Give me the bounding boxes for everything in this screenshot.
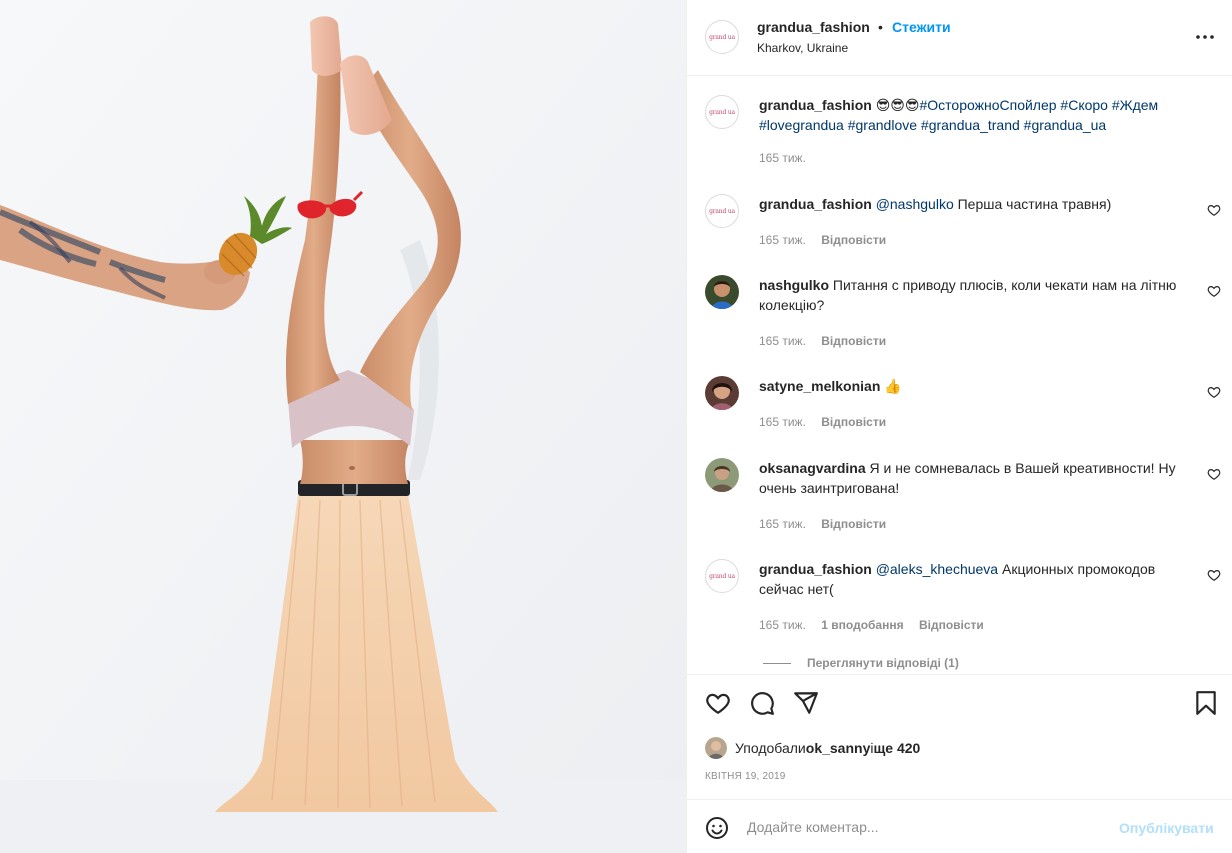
caption-time[interactable]: 165 тиж.	[759, 151, 806, 165]
comment-avatar[interactable]: grand ua	[705, 559, 739, 593]
comment-meta: 165 тиж. Відповісти	[759, 334, 898, 348]
view-replies-line	[763, 662, 791, 664]
avatar-brand-text: grand ua	[709, 108, 735, 116]
caption-emojis: 😎😎😎	[875, 97, 920, 113]
avatar-photo-image	[705, 275, 739, 309]
comment-icon[interactable]	[749, 690, 775, 716]
comment-username[interactable]: oksanagvardina	[759, 460, 866, 476]
separator-dot: •	[878, 19, 883, 35]
comment-username[interactable]: grandua_fashion	[759, 561, 872, 577]
caption-username[interactable]: grandua_fashion	[759, 97, 872, 113]
post-location[interactable]: Kharkov, Ukraine	[757, 41, 848, 55]
author-avatar[interactable]: grand ua	[705, 20, 739, 54]
comment-like-heart-icon[interactable]	[1207, 385, 1221, 399]
share-icon[interactable]	[793, 690, 819, 716]
comment-time[interactable]: 165 тиж.	[759, 233, 806, 247]
heart-icon[interactable]	[705, 690, 731, 716]
author-username[interactable]: grandua_fashion	[757, 19, 870, 35]
comment-avatar[interactable]	[705, 376, 739, 410]
avatar-brand-text: grand ua	[709, 33, 735, 41]
reply-button[interactable]: Відповісти	[919, 618, 984, 632]
comment-like-heart-icon[interactable]	[1207, 284, 1221, 298]
comment-time[interactable]: 165 тиж.	[759, 517, 806, 531]
caption-text: grandua_fashion 😎😎😎#ОсторожноСпойлер #Ск…	[759, 95, 1199, 135]
comment-text: nashgulko Питання с приводу плюсів, коли…	[759, 275, 1199, 315]
comment-avatar[interactable]: grand ua	[705, 194, 739, 228]
comment-like-heart-icon[interactable]	[1207, 467, 1221, 481]
more-icon[interactable]	[1193, 25, 1217, 49]
comment-body: 👍	[880, 378, 902, 394]
comment-avatar[interactable]	[705, 275, 739, 309]
comment-username[interactable]: nashgulko	[759, 277, 829, 293]
publish-button[interactable]: Опублікувати	[1119, 820, 1214, 836]
comment-likes-count[interactable]: 1 вподобання	[821, 618, 903, 632]
avatar-photo-image	[705, 458, 739, 492]
comment-input[interactable]	[747, 812, 1107, 842]
view-replies-button[interactable]: Переглянути відповіді (1)	[763, 656, 959, 670]
avatar-brand-text: grand ua	[709, 207, 735, 215]
comment-text: oksanagvardina Я и не сомневалась в Ваше…	[759, 458, 1199, 498]
comment-mention[interactable]: @nashgulko	[876, 196, 954, 212]
avatar-brand-text: grand ua	[709, 572, 735, 580]
likes-user[interactable]: ok_sanny	[806, 740, 871, 756]
comments-list[interactable]: grand ua grandua_fashion 😎😎😎#ОсторожноСп…	[687, 77, 1232, 673]
comment-username[interactable]: grandua_fashion	[759, 196, 872, 212]
comment-body: Перша частина травня)	[953, 196, 1112, 212]
post-date[interactable]: КВІТНЯ 19, 2019	[705, 771, 786, 782]
comment-time[interactable]: 165 тиж.	[759, 334, 806, 348]
likes-prefix: Уподобали	[735, 740, 806, 756]
comment-like-heart-icon[interactable]	[1207, 203, 1221, 217]
instagram-post: grand ua grandua_fashion • Стежити Khark…	[0, 0, 1232, 853]
comment-time[interactable]: 165 тиж.	[759, 415, 806, 429]
comment-username[interactable]: satyne_melkonian	[759, 378, 880, 394]
comment-meta: 165 тиж. Відповісти	[759, 415, 898, 429]
caption-meta: 165 тиж.	[759, 151, 818, 165]
comment-like-heart-icon[interactable]	[1207, 568, 1221, 582]
reply-button[interactable]: Відповісти	[821, 233, 886, 247]
post-image	[0, 0, 686, 853]
likes-summary: Уподобали ok_sanny і ще 420	[705, 737, 920, 759]
comment-meta: 165 тиж. Відповісти	[759, 233, 898, 247]
post-actions: Уподобали ok_sanny і ще 420 КВІТНЯ 19, 2…	[687, 674, 1232, 799]
comment-text: grandua_fashion @aleks_khechueva Акционн…	[759, 559, 1199, 599]
likes-count[interactable]: ще 420	[873, 740, 920, 756]
comment-text: grandua_fashion @nashgulko Перша частина…	[759, 194, 1199, 214]
comment-avatar[interactable]	[705, 458, 739, 492]
comment-meta: 165 тиж. 1 вподобання Відповісти	[759, 618, 996, 632]
emoji-icon[interactable]	[705, 816, 729, 840]
liker-avatar-image	[705, 737, 727, 759]
follow-button[interactable]: Стежити	[892, 19, 951, 35]
view-replies-label: Переглянути відповіді (1)	[807, 656, 959, 670]
add-comment-bar: Опублікувати	[687, 799, 1232, 853]
comment-mention[interactable]: @aleks_khechueva	[876, 561, 998, 577]
caption-avatar[interactable]: grand ua	[705, 95, 739, 129]
reply-button[interactable]: Відповісти	[821, 334, 886, 348]
comment-time[interactable]: 165 тиж.	[759, 618, 806, 632]
post-side-panel: grand ua grandua_fashion • Стежити Khark…	[686, 0, 1232, 853]
avatar-photo-image	[705, 376, 739, 410]
post-photo[interactable]	[0, 0, 686, 853]
reply-button[interactable]: Відповісти	[821, 517, 886, 531]
liker-avatar[interactable]	[705, 737, 727, 759]
comment-meta: 165 тиж. Відповісти	[759, 517, 898, 531]
bookmark-icon[interactable]	[1193, 690, 1219, 716]
post-header: grand ua grandua_fashion • Стежити Khark…	[687, 0, 1232, 76]
reply-button[interactable]: Відповісти	[821, 415, 886, 429]
comment-text: satyne_melkonian 👍	[759, 376, 1199, 396]
